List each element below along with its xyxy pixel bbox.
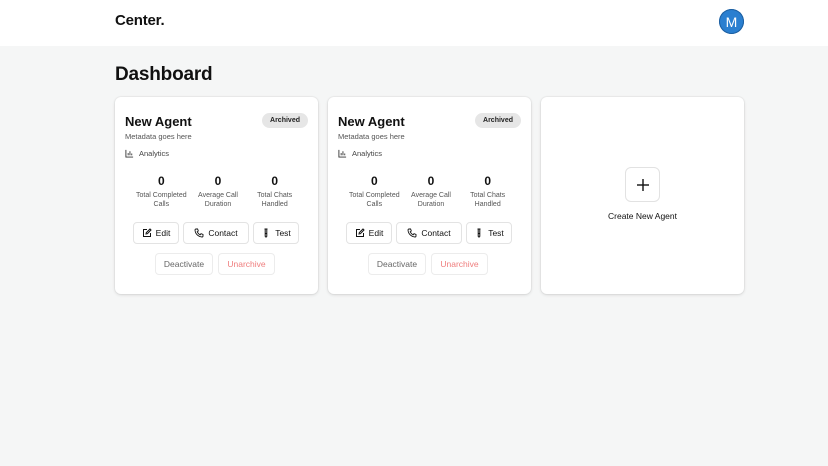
edit-label: Edit: [368, 228, 384, 238]
plus-icon: [636, 178, 649, 191]
page-title: Dashboard: [115, 64, 213, 85]
agent-cards: New Agent Archived Metadata goes here An…: [115, 97, 744, 294]
stat-value: 0: [271, 174, 279, 188]
phone-icon: [194, 228, 204, 238]
stat-label: Total Chats Handled: [257, 192, 293, 208]
test-tube-icon: [477, 228, 481, 238]
agent-metadata: Metadata goes here: [125, 132, 192, 141]
deactivate-button[interactable]: Deactivate: [155, 253, 213, 275]
stat-average-call-duration: 0 Average Call Duration: [403, 174, 460, 209]
stat-label: Average Call Duration: [198, 192, 238, 208]
phone-icon: [407, 228, 417, 238]
analytics-link[interactable]: Analytics: [125, 149, 169, 158]
edit-button[interactable]: Edit: [133, 222, 179, 244]
agent-metadata: Metadata goes here: [338, 132, 405, 141]
stat-label: Average Call Duration: [411, 192, 451, 208]
agent-name: New Agent: [338, 114, 405, 129]
agent-stats: 0 Total Completed Calls 0 Average Call D…: [346, 174, 516, 209]
stat-value: 0: [157, 174, 165, 188]
edit-button[interactable]: Edit: [346, 222, 392, 244]
stat-label: Total Chats Handled: [470, 192, 506, 208]
contact-label: Contact: [208, 228, 238, 238]
agent-actions: Edit Contact Test: [346, 222, 512, 244]
stat-label: Total Completed Calls: [136, 192, 187, 208]
contact-button[interactable]: Contact: [396, 222, 462, 244]
analytics-label: Analytics: [352, 149, 383, 158]
stat-value: 0: [370, 174, 378, 188]
edit-icon: [355, 228, 365, 237]
bar-chart-icon: [125, 149, 134, 158]
stat-average-call-duration: 0 Average Call Duration: [190, 174, 247, 209]
agent-name: New Agent: [125, 114, 192, 129]
analytics-label: Analytics: [139, 149, 170, 158]
test-button[interactable]: Test: [253, 222, 299, 244]
edit-icon: [142, 228, 152, 237]
bar-chart-icon: [338, 149, 347, 158]
test-label: Test: [275, 228, 291, 238]
agent-card: New Agent Archived Metadata goes here An…: [115, 97, 318, 294]
create-agent-label: Create New Agent: [608, 211, 677, 221]
stat-label: Total Completed Calls: [349, 192, 400, 208]
stat-total-completed-calls: 0 Total Completed Calls: [346, 174, 403, 209]
edit-label: Edit: [155, 228, 171, 238]
contact-button[interactable]: Contact: [183, 222, 249, 244]
agent-actions: Edit Contact Test: [133, 222, 299, 244]
contact-label: Contact: [421, 228, 451, 238]
agent-secondary-actions: Deactivate Unarchive: [155, 253, 275, 275]
stat-value: 0: [484, 174, 492, 188]
user-avatar[interactable]: M: [719, 9, 744, 34]
analytics-link[interactable]: Analytics: [338, 149, 382, 158]
status-badge: Archived: [262, 113, 308, 128]
stat-total-chats-handled: 0 Total Chats Handled: [459, 174, 516, 209]
deactivate-button[interactable]: Deactivate: [368, 253, 426, 275]
test-button[interactable]: Test: [466, 222, 512, 244]
create-agent-card[interactable]: Create New Agent: [541, 97, 744, 294]
unarchive-button[interactable]: Unarchive: [431, 253, 488, 275]
unarchive-button[interactable]: Unarchive: [218, 253, 275, 275]
stat-total-chats-handled: 0 Total Chats Handled: [246, 174, 303, 209]
stat-value: 0: [427, 174, 435, 188]
agent-secondary-actions: Deactivate Unarchive: [368, 253, 488, 275]
test-tube-icon: [264, 228, 268, 238]
test-label: Test: [488, 228, 504, 238]
agent-stats: 0 Total Completed Calls 0 Average Call D…: [133, 174, 303, 209]
brand-logo[interactable]: Center.: [115, 12, 165, 29]
stat-value: 0: [214, 174, 222, 188]
stat-total-completed-calls: 0 Total Completed Calls: [133, 174, 190, 209]
top-bar: Center. M: [0, 0, 828, 46]
status-badge: Archived: [475, 113, 521, 128]
create-agent-button[interactable]: [625, 167, 660, 202]
agent-card: New Agent Archived Metadata goes here An…: [328, 97, 531, 294]
